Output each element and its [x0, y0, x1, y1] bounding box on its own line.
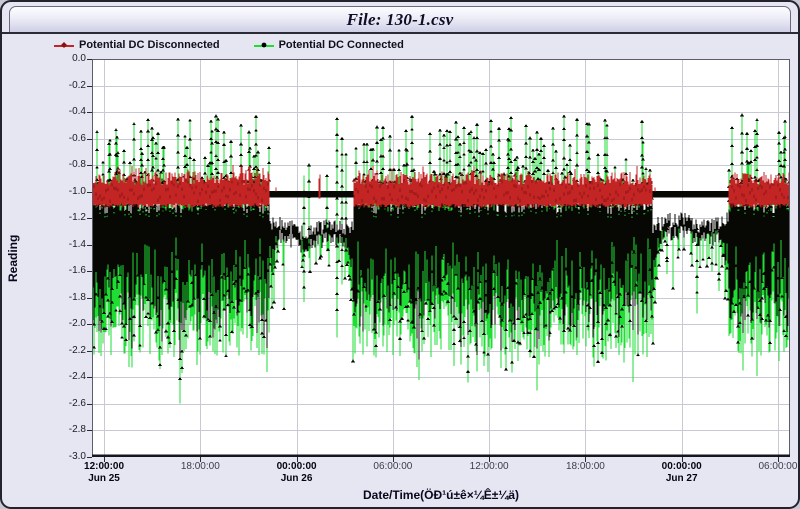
y-tick-label: -2.6: [52, 398, 86, 410]
y-tick-mark: [87, 245, 92, 246]
y-tick-label: -1.0: [52, 186, 86, 198]
y-tick-label: -1.2: [52, 212, 86, 224]
window-frame: File: 130-1.csv Potential DC Disconnecte…: [0, 0, 800, 509]
x-tick-label: 12:00:00: [447, 461, 531, 473]
y-tick-label: -2.4: [52, 371, 86, 383]
x-tick-label: 06:00:00: [351, 461, 435, 473]
y-tick-label: -1.8: [52, 292, 86, 304]
y-tick-label: -0.4: [52, 106, 86, 118]
window-title: File: 130-1.csv: [347, 10, 454, 30]
y-tick-mark: [87, 139, 92, 140]
y-tick-label: -2.2: [52, 345, 86, 357]
y-tick-label: -1.6: [52, 265, 86, 277]
y-tick-label: -0.2: [52, 80, 86, 92]
y-tick-label: -2.8: [52, 424, 86, 436]
x-tick-label: 18:00:00: [158, 461, 242, 473]
y-tick-label: -1.4: [52, 239, 86, 251]
x-tick-label: 12:00:00Jun 25: [62, 461, 146, 485]
y-tick-label: -0.6: [52, 133, 86, 145]
y-axis-title: Reading: [5, 59, 21, 457]
y-tick-label: -0.8: [52, 159, 86, 171]
y-tick-mark: [87, 59, 92, 60]
legend-label-connected: Potential DC Connected: [279, 39, 404, 51]
y-tick-mark: [87, 351, 92, 352]
y-tick-mark: [87, 404, 92, 405]
y-tick-label: -2.0: [52, 318, 86, 330]
x-tick-label: 00:00:00Jun 27: [640, 461, 724, 485]
legend-label-disconnected: Potential DC Disconnected: [79, 39, 220, 51]
y-tick-mark: [87, 218, 92, 219]
y-tick-mark: [87, 192, 92, 193]
chart-viewer-screen: File: 130-1.csv Potential DC Disconnecte…: [0, 0, 800, 509]
y-tick-mark: [87, 324, 92, 325]
legend-item-disconnected: Potential DC Disconnected: [54, 39, 220, 51]
red-diamond-icon: [61, 42, 67, 48]
y-tick-mark: [87, 430, 92, 431]
legend-glyph-connected: [254, 41, 274, 50]
y-tick-mark: [87, 165, 92, 166]
x-tick-label: 06:00:00: [736, 461, 800, 473]
y-tick-mark: [87, 298, 92, 299]
legend-glyph-disconnected: [54, 41, 74, 50]
y-tick-label: 0.0: [52, 53, 86, 65]
x-axis-title: Date/Time(ÖÐ¹ú±ê×¼Ê±¼ä): [92, 488, 790, 502]
plot-area[interactable]: [92, 59, 790, 457]
titlebar: File: 130-1.csv: [9, 6, 791, 32]
y-tick-mark: [87, 112, 92, 113]
legend-item-connected: Potential DC Connected: [254, 39, 404, 51]
y-tick-mark: [87, 86, 92, 87]
x-tick-label: 00:00:00Jun 26: [255, 461, 339, 485]
black-dot-icon: [261, 42, 266, 47]
legend: Potential DC Disconnected Potential DC C…: [54, 39, 404, 51]
x-tick-label: 18:00:00: [543, 461, 627, 473]
y-tick-mark: [87, 377, 92, 378]
y-tick-mark: [87, 457, 92, 458]
titlebar-divider: [2, 32, 798, 34]
chart-plot: [92, 59, 790, 457]
y-tick-mark: [87, 271, 92, 272]
